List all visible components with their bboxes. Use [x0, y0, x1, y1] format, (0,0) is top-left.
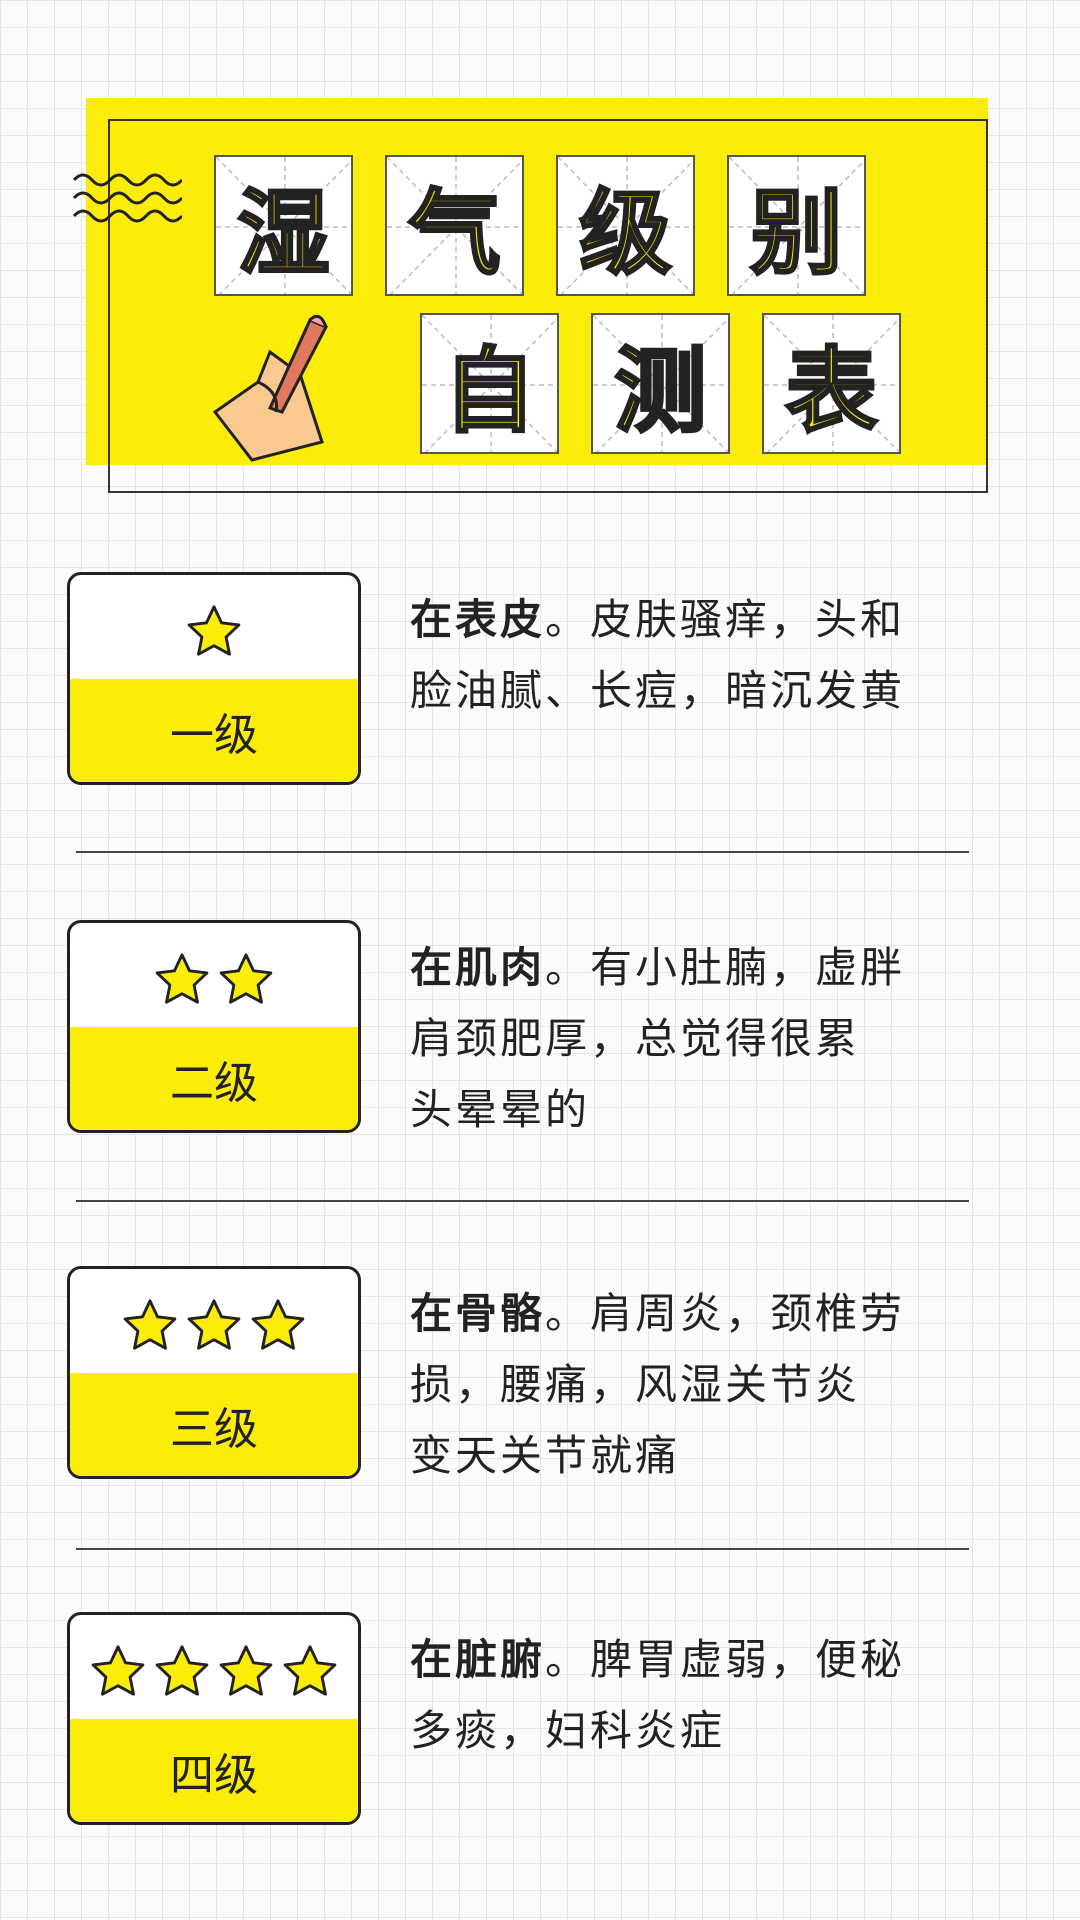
description-line: 脸油腻、长痘，暗沉发黄: [410, 666, 906, 715]
level-card: 二级: [67, 920, 361, 1133]
level-heading: 在骨骼: [410, 1289, 546, 1338]
star-icon: [249, 1297, 307, 1357]
level-label: 二级: [170, 1057, 258, 1109]
title-char-tile: 别: [727, 155, 866, 296]
title-char-tile: 测: [591, 313, 730, 454]
level-heading: 在表皮: [410, 595, 546, 644]
title-char-tile: 自: [420, 313, 559, 454]
title-char-tile: 表: [762, 313, 901, 454]
divider: [76, 851, 969, 853]
star-rating: [70, 1643, 358, 1703]
star-rating: [70, 951, 358, 1011]
divider: [76, 1200, 969, 1202]
star-icon: [153, 1643, 211, 1703]
star-icon: [89, 1643, 147, 1703]
description-line: 头晕晕的: [410, 1085, 591, 1134]
level-description: 在肌肉。有小肚腩，虚胖肩颈肥厚，总觉得很累 头晕晕的: [410, 932, 1030, 1145]
star-icon: [153, 951, 211, 1011]
description-line: 。肩周炎，颈椎劳: [545, 1289, 906, 1338]
title-char-tile: 级: [556, 155, 695, 296]
title-char: 自: [442, 337, 537, 447]
level-card: 四级: [67, 1612, 361, 1825]
level-label: 三级: [170, 1403, 258, 1455]
level-heading: 在肌肉: [410, 943, 546, 992]
description-line: 。脾胃虚弱，便秘: [545, 1635, 906, 1684]
title-char: 级: [578, 179, 673, 289]
star-icon: [217, 951, 275, 1011]
level-card: 一级: [67, 572, 361, 785]
description-line: 。皮肤骚痒，头和: [545, 595, 906, 644]
star-icon: [217, 1643, 275, 1703]
description-line: 。有小肚腩，虚胖: [545, 943, 906, 992]
level-label: 四级: [170, 1749, 258, 1801]
star-icon: [281, 1643, 339, 1703]
star-icon: [121, 1297, 179, 1357]
title-char: 表: [784, 337, 879, 447]
description-line: 变天关节就痛: [410, 1431, 681, 1480]
title-char: 别: [749, 179, 844, 289]
title-char: 湿: [236, 179, 331, 289]
title-char: 测: [613, 337, 708, 447]
level-heading: 在脏腑: [410, 1635, 546, 1684]
title-char-tile: 气: [385, 155, 524, 296]
description-line: 多痰，妇科炎症: [410, 1706, 726, 1755]
star-icon: [185, 1297, 243, 1357]
level-description: 在表皮。皮肤骚痒，头和脸油腻、长痘，暗沉发黄: [410, 584, 1030, 726]
level-label: 一级: [170, 709, 258, 761]
level-card: 三级: [67, 1266, 361, 1479]
description-line: 损，腰痛，风湿关节炎: [410, 1360, 861, 1409]
hand-pencil-icon: [212, 314, 329, 462]
description-line: 肩颈肥厚，总觉得很累: [410, 1014, 861, 1063]
level-description: 在脏腑。脾胃虚弱，便秘多痰，妇科炎症: [410, 1624, 1030, 1766]
wave-lines-icon: [72, 173, 182, 223]
level-description: 在骨骼。肩周炎，颈椎劳损，腰痛，风湿关节炎 变天关节就痛: [410, 1278, 1030, 1491]
divider: [76, 1548, 969, 1550]
title-char-tile: 湿: [214, 155, 353, 296]
star-icon: [185, 603, 243, 663]
star-rating: [70, 1297, 358, 1357]
title-char: 气: [407, 179, 502, 289]
star-rating: [70, 603, 358, 663]
